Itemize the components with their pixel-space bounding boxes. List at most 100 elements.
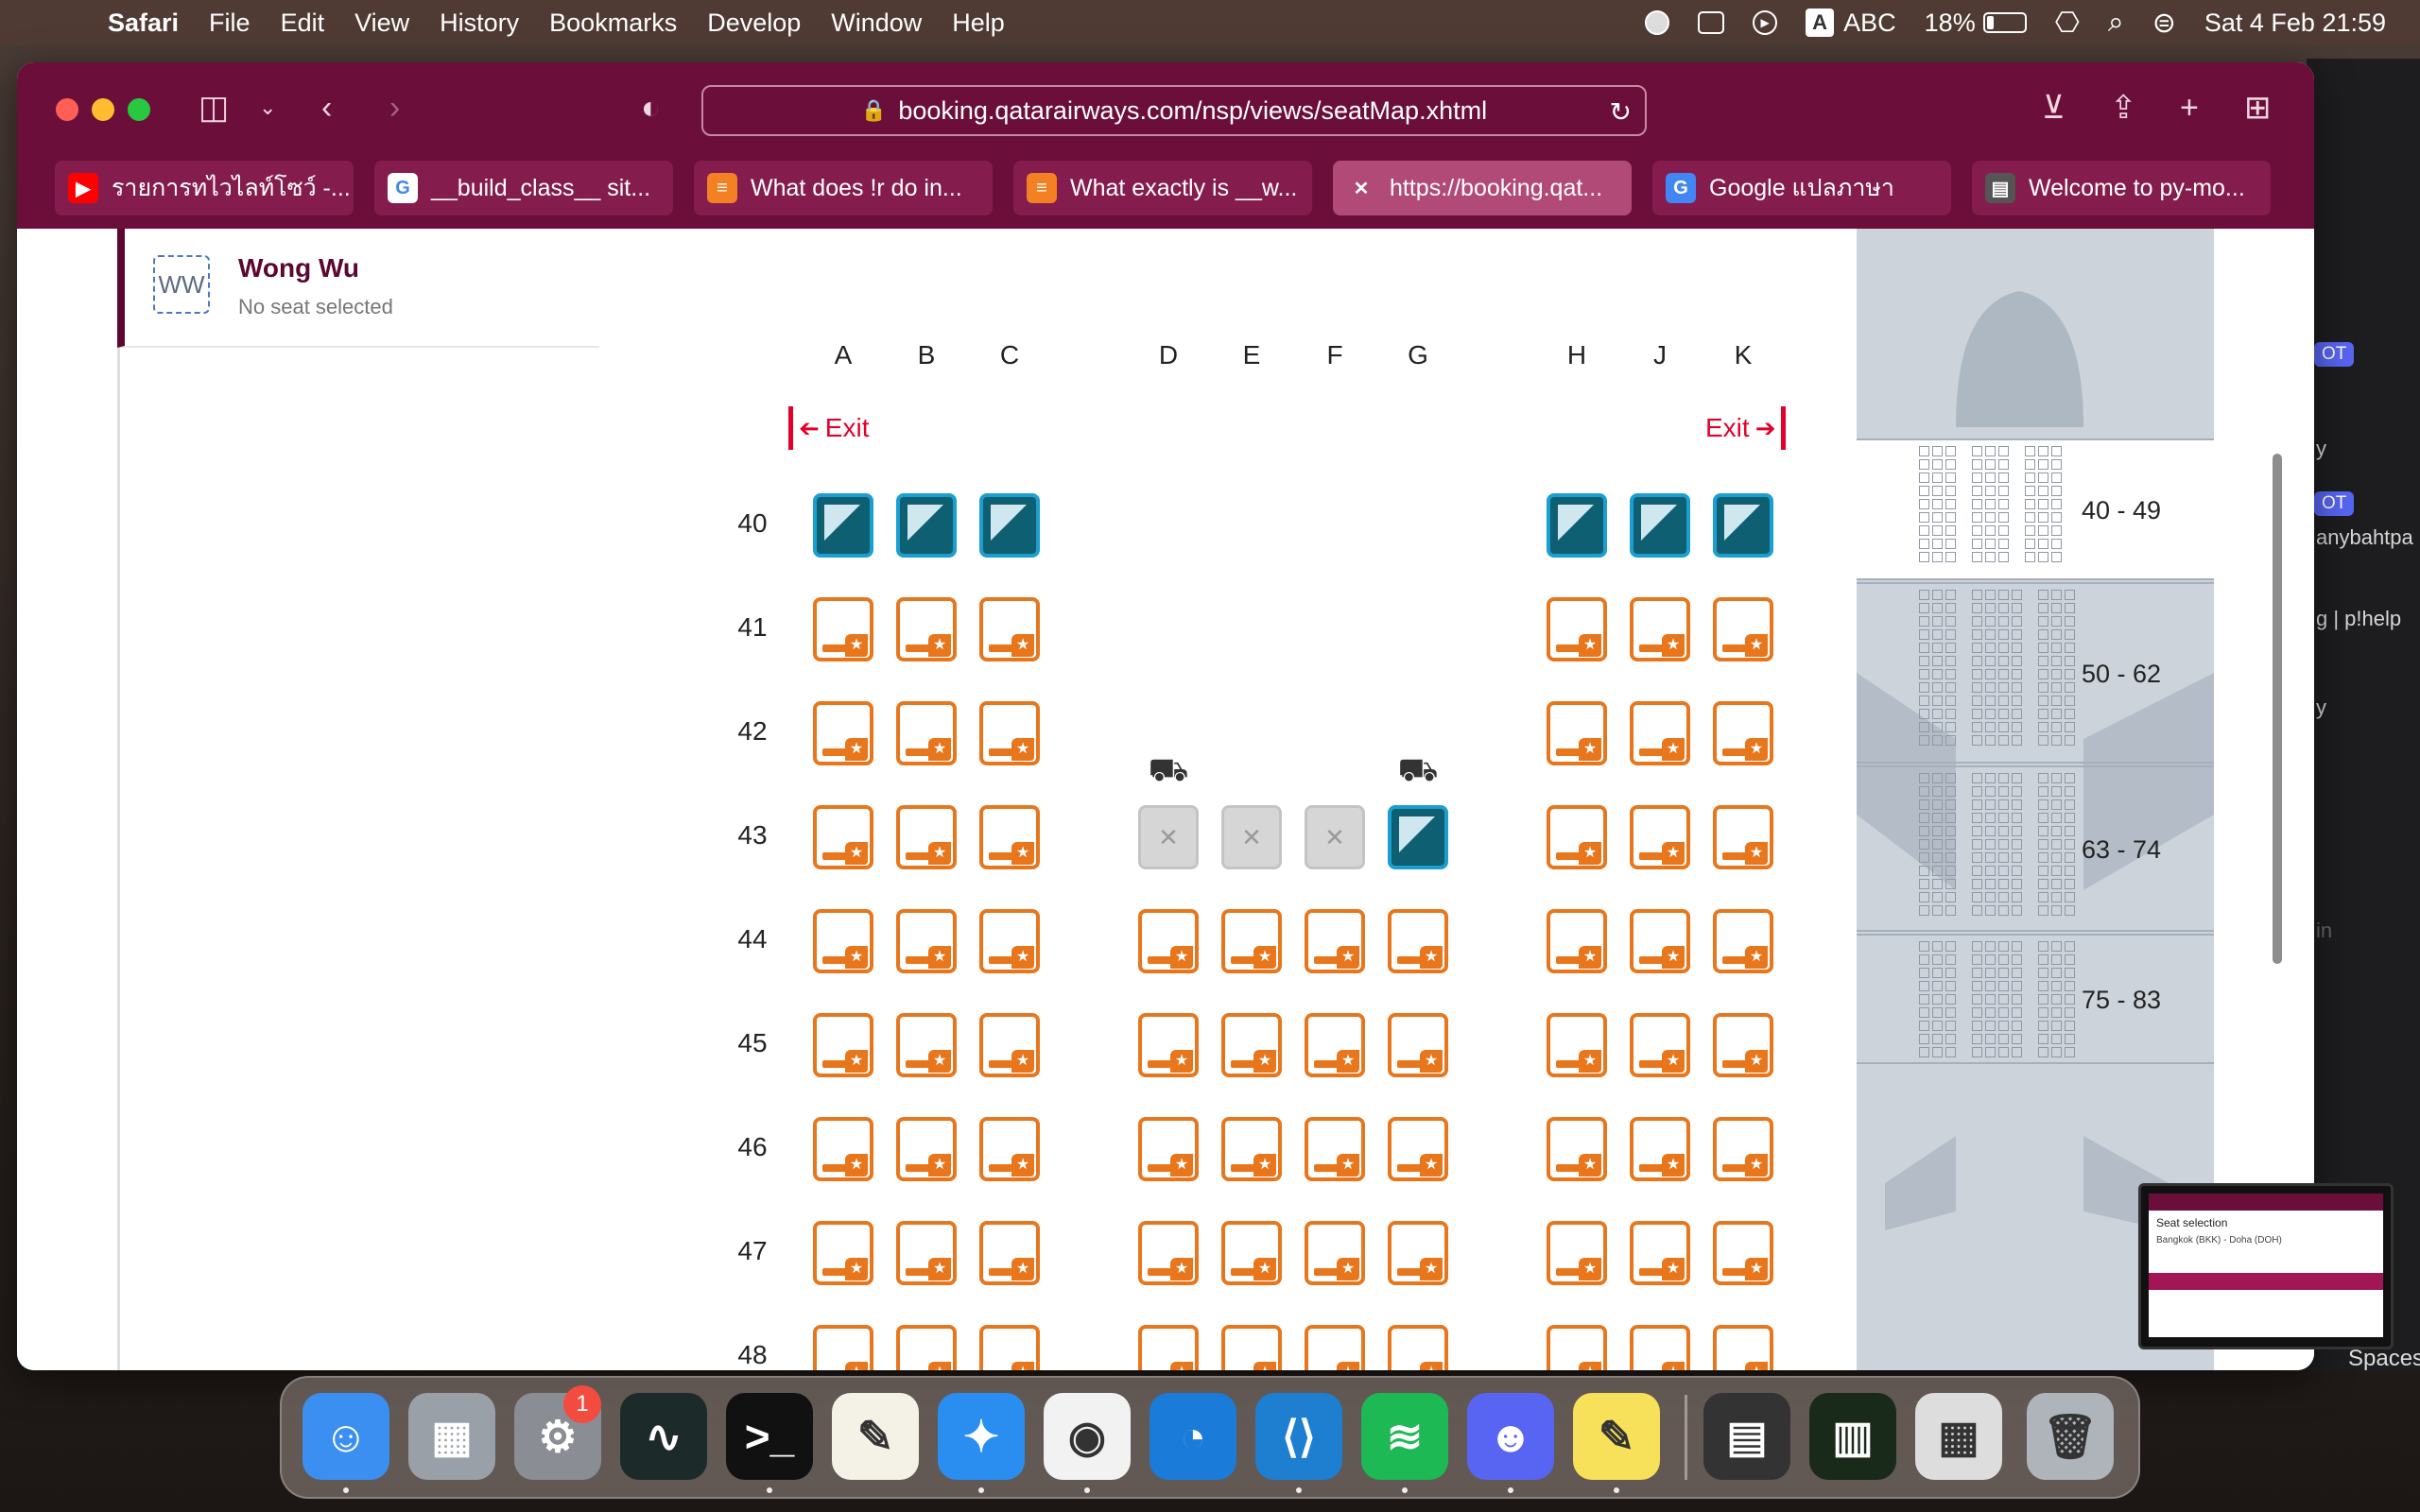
seat-47G[interactable]: ★ (1388, 1221, 1448, 1285)
dock-app-edge-icon[interactable]: ◔ (1150, 1393, 1236, 1480)
chevron-down-icon[interactable]: ⌄ (259, 91, 276, 125)
seat-46G[interactable]: ★ (1388, 1117, 1448, 1181)
zoom-window-button[interactable] (128, 98, 150, 121)
seat-44A[interactable]: ★ (813, 909, 873, 973)
reload-icon[interactable]: ↻ (1610, 96, 1632, 128)
seat-44J[interactable]: ★ (1630, 909, 1690, 973)
seat-47D[interactable]: ★ (1138, 1221, 1199, 1285)
dock-app-window-3-icon[interactable]: ▦ (1915, 1393, 2002, 1480)
dock-app-launchpad-icon[interactable]: ▦ (408, 1393, 495, 1480)
seat-45B[interactable]: ★ (896, 1013, 957, 1077)
seat-46J[interactable]: ★ (1630, 1117, 1690, 1181)
dock-app-terminal-icon[interactable]: >_ (726, 1393, 813, 1480)
seat-45H[interactable]: ★ (1547, 1013, 1607, 1077)
seat-42J[interactable]: ★ (1630, 701, 1690, 765)
seat-46C[interactable]: ★ (979, 1117, 1040, 1181)
seat-46A[interactable]: ★ (813, 1117, 873, 1181)
seat-46K[interactable]: ★ (1713, 1117, 1773, 1181)
menu-edit[interactable]: Edit (281, 9, 325, 38)
seat-43J[interactable]: ★ (1630, 805, 1690, 869)
browser-tab[interactable]: G Google แปลภาษา (1652, 161, 1951, 215)
dock-app-chrome-icon[interactable]: ◉ (1044, 1393, 1131, 1480)
seat-41C[interactable]: ★ (979, 597, 1040, 662)
seat-46D[interactable]: ★ (1138, 1117, 1199, 1181)
seat-45K[interactable]: ★ (1713, 1013, 1773, 1077)
seat-41J[interactable]: ★ (1630, 597, 1690, 662)
seat-46F[interactable]: ★ (1305, 1117, 1365, 1181)
menu-develop[interactable]: Develop (707, 9, 801, 38)
forward-icon[interactable]: › (389, 91, 400, 125)
seat-47K[interactable]: ★ (1713, 1221, 1773, 1285)
menu-bookmarks[interactable]: Bookmarks (549, 9, 677, 38)
dock-app-textedit-icon[interactable]: ✎ (832, 1393, 919, 1480)
seat-42A[interactable]: ★ (813, 701, 873, 765)
dock-app-discord-icon[interactable]: ☻ (1467, 1393, 1554, 1480)
seat-43K[interactable]: ★ (1713, 805, 1773, 869)
seat-41K[interactable]: ★ (1713, 597, 1773, 662)
browser-tab[interactable]: G __build_class__ sit... (374, 161, 673, 215)
menu-window[interactable]: Window (831, 9, 922, 38)
seat-47J[interactable]: ★ (1630, 1221, 1690, 1285)
seat-40C[interactable] (979, 493, 1040, 558)
seat-44K[interactable]: ★ (1713, 909, 1773, 973)
dock-app-finder-icon[interactable]: ☺ (302, 1393, 389, 1480)
browser-tab[interactable]: ▤ Welcome to py-mo... (1972, 161, 2271, 215)
seat-41A[interactable]: ★ (813, 597, 873, 662)
seat-46E[interactable]: ★ (1221, 1117, 1282, 1181)
dock-app-spotify-icon[interactable]: ≋ (1361, 1393, 1448, 1480)
seat-43C[interactable]: ★ (979, 805, 1040, 869)
seat-43B[interactable]: ★ (896, 805, 957, 869)
seat-48A[interactable]: ★ (813, 1325, 873, 1370)
seat-44G[interactable]: ★ (1388, 909, 1448, 973)
seat-46B[interactable]: ★ (896, 1117, 957, 1181)
back-icon[interactable]: ‹ (321, 91, 332, 125)
seat-47F[interactable]: ★ (1305, 1221, 1365, 1285)
seat-44C[interactable]: ★ (979, 909, 1040, 973)
seat-48B[interactable]: ★ (896, 1325, 957, 1370)
privacy-shield-icon[interactable]: ◐ (641, 91, 661, 125)
search-icon[interactable]: ⌕ (2108, 7, 2124, 39)
seat-40A[interactable] (813, 493, 873, 558)
seat-44H[interactable]: ★ (1547, 909, 1607, 973)
status-drive-icon[interactable] (1698, 11, 1725, 34)
seat-41B[interactable]: ★ (896, 597, 957, 662)
browser-tab[interactable]: ≡ What exactly is __w... (1013, 161, 1312, 215)
seat-43G[interactable] (1388, 805, 1448, 869)
dock-app-safari-icon[interactable]: ✦ (938, 1393, 1025, 1480)
menu-history[interactable]: History (440, 9, 519, 38)
seat-44F[interactable]: ★ (1305, 909, 1365, 973)
menu-app-name[interactable]: Safari (108, 9, 179, 38)
seat-45D[interactable]: ★ (1138, 1013, 1199, 1077)
seat-48D[interactable]: ★ (1138, 1325, 1199, 1370)
page-scrollbar[interactable] (2273, 454, 2282, 964)
clock[interactable]: Sat 4 Feb 21:59 (2204, 9, 2386, 38)
seat-47C[interactable]: ★ (979, 1221, 1040, 1285)
seat-48H[interactable]: ★ (1547, 1325, 1607, 1370)
seat-48K[interactable]: ★ (1713, 1325, 1773, 1370)
seat-45F[interactable]: ★ (1305, 1013, 1365, 1077)
seat-44B[interactable]: ★ (896, 909, 957, 973)
seat-42K[interactable]: ★ (1713, 701, 1773, 765)
overview-section[interactable]: 63 - 74 (1857, 765, 2214, 932)
seat-43A[interactable]: ★ (813, 805, 873, 869)
overview-section[interactable]: 75 - 83 (1857, 934, 2214, 1064)
seat-47H[interactable]: ★ (1547, 1221, 1607, 1285)
sidebar-toggle-icon[interactable]: ◫ (199, 91, 229, 125)
close-window-button[interactable] (56, 98, 78, 121)
seat-46H[interactable]: ★ (1547, 1117, 1607, 1181)
browser-tab[interactable]: ✕ https://booking.qat... (1333, 161, 1632, 215)
seat-41H[interactable]: ★ (1547, 597, 1607, 662)
menu-help[interactable]: Help (952, 9, 1005, 38)
new-tab-icon[interactable]: + (2180, 91, 2199, 125)
minimize-window-button[interactable] (92, 98, 114, 121)
seat-47E[interactable]: ★ (1221, 1221, 1282, 1285)
browser-tab[interactable]: ▶ รายการทไวไลท์โซว์ -... (55, 161, 354, 215)
dock-app-trash-icon[interactable]: 🗑 (2027, 1393, 2114, 1480)
seat-44D[interactable]: ★ (1138, 909, 1199, 973)
battery-status[interactable]: 18% (1925, 9, 2027, 38)
tab-overview-icon[interactable]: ⊞ (2244, 91, 2272, 125)
seat-40B[interactable] (896, 493, 957, 558)
screen-mirror-icon[interactable]: ⎔ (2055, 7, 2080, 40)
screenshot-thumbnail[interactable]: Seat selection Bangkok (BKK) - Doha (DOH… (2138, 1183, 2394, 1349)
seat-48E[interactable]: ★ (1221, 1325, 1282, 1370)
